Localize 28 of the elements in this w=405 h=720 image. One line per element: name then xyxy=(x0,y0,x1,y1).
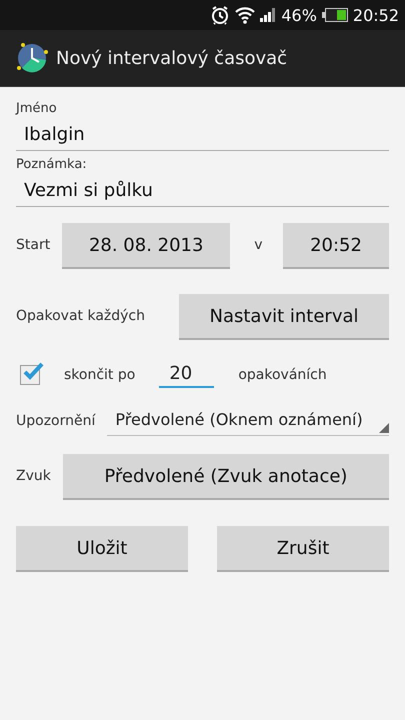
end-label: skončit po xyxy=(64,367,136,383)
note-field[interactable]: Vezmi si půlku xyxy=(16,180,389,207)
signal-icon xyxy=(260,8,276,22)
at-label: v xyxy=(254,237,262,253)
repeat-suffix: opakováních xyxy=(238,367,327,383)
battery-icon xyxy=(322,8,348,22)
interval-button[interactable]: Nastavit interval xyxy=(179,294,389,338)
time-button[interactable]: 20:52 xyxy=(283,223,389,267)
save-button[interactable]: Uložit xyxy=(16,526,188,570)
date-button[interactable]: 28. 08. 2013 xyxy=(62,223,230,267)
field-label: Jméno xyxy=(16,101,58,116)
repeat-label: Opakovat každých xyxy=(16,308,145,324)
start-label: Start xyxy=(16,237,50,253)
cancel-button[interactable]: Zrušit xyxy=(217,526,389,570)
sound-label: Zvuk xyxy=(16,468,51,484)
notify-dropdown[interactable]: Předvolené (Oknem oznámení) xyxy=(107,406,389,436)
notify-label: Upozornění xyxy=(16,413,96,429)
clock-icon xyxy=(16,42,48,74)
window-title: Nový intervalový časovač xyxy=(56,48,288,68)
dropdown-corner-icon xyxy=(379,423,389,433)
field-label: Poznámka: xyxy=(16,157,88,172)
status-time: 20:52 xyxy=(352,6,399,24)
battery-percent: 46% xyxy=(281,6,317,24)
wifi-icon xyxy=(235,6,256,24)
count-field[interactable]: 20 xyxy=(159,362,214,388)
name-field[interactable]: Ibalgin xyxy=(16,124,389,151)
alarm-clock-icon xyxy=(210,5,230,25)
sound-button[interactable]: Předvolené (Zvuk anotace) xyxy=(62,454,389,498)
